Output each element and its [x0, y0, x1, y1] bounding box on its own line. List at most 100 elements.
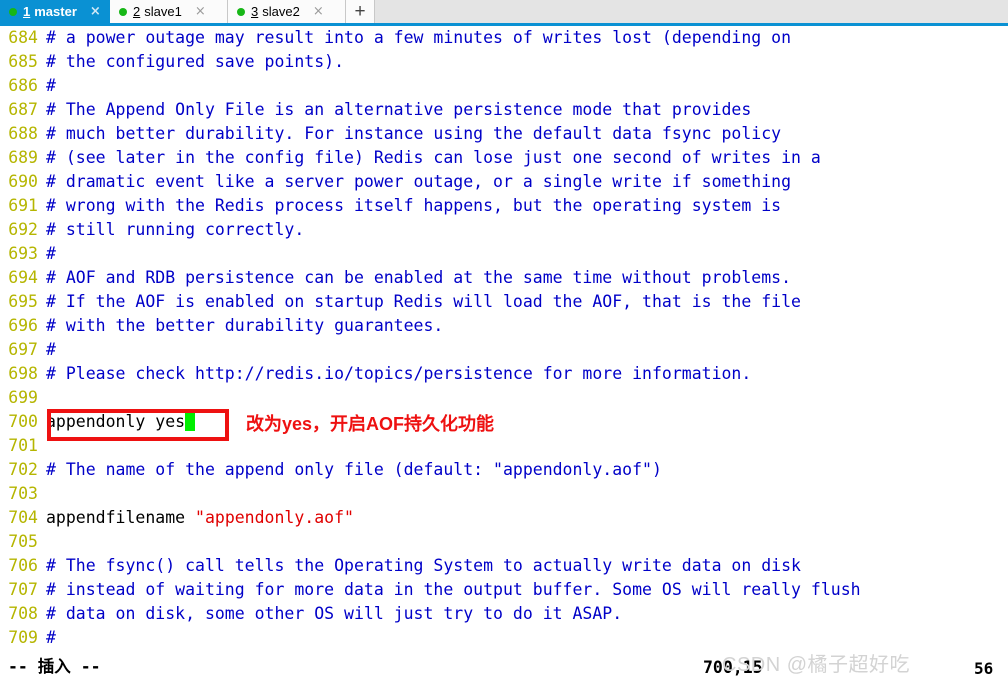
line-text: # AOF and RDB persistence can be enabled… — [46, 268, 792, 287]
line-number: 692 — [8, 220, 38, 239]
code-line[interactable]: 696 # with the better durability guarante… — [0, 314, 1008, 338]
tab-status-dot-icon — [9, 7, 17, 16]
line-number: 700 — [8, 412, 38, 431]
new-tab-button[interactable]: + — [346, 0, 375, 23]
line-number: 695 — [8, 292, 38, 311]
tab-slave2[interactable]: 3 slave2 × — [228, 0, 346, 23]
code-line[interactable]: 694 # AOF and RDB persistence can be enab… — [0, 266, 1008, 290]
line-text: # with the better durability guarantees. — [46, 316, 444, 335]
line-number: 694 — [8, 268, 38, 287]
line-number: 707 — [8, 580, 38, 599]
line-number: 703 — [8, 484, 38, 503]
line-number: 689 — [8, 148, 38, 167]
code-line[interactable]: 707 # instead of waiting for more data in… — [0, 578, 1008, 602]
line-number: 686 — [8, 76, 38, 95]
code-line[interactable]: 691 # wrong with the Redis process itself… — [0, 194, 1008, 218]
line-number: 691 — [8, 196, 38, 215]
line-text: # the configured save points). — [46, 52, 345, 71]
status-bar: -- 插入 -- 700,15 56 — [0, 653, 1008, 681]
line-number: 685 — [8, 52, 38, 71]
line-text: appendonly yes — [46, 410, 196, 434]
line-text: # Please check http://redis.io/topics/pe… — [46, 364, 752, 383]
code-line[interactable]: 704 appendfilename "appendonly.aof" — [0, 506, 1008, 530]
tab-label: slave1 — [144, 4, 182, 19]
line-text: # — [46, 628, 56, 647]
code-line[interactable]: 703 — [0, 482, 1008, 506]
close-icon[interactable]: × — [90, 5, 101, 18]
code-line[interactable]: 698 # Please check http://redis.io/topics… — [0, 362, 1008, 386]
code-line[interactable]: 693 # — [0, 242, 1008, 266]
code-line[interactable]: 684 # a power outage may result into a fe… — [0, 26, 1008, 50]
tab-label: slave2 — [262, 4, 300, 19]
line-text: # wrong with the Redis process itself ha… — [46, 196, 782, 215]
close-icon[interactable]: × — [195, 5, 206, 18]
code-line[interactable]: 700 appendonly yes — [0, 410, 1008, 434]
line-text: # — [46, 244, 56, 263]
tab-bar-empty-area — [375, 0, 1008, 23]
line-text: # dramatic event like a server power out… — [46, 172, 792, 191]
tab-label: master — [34, 4, 77, 19]
code-line[interactable]: 690 # dramatic event like a server power … — [0, 170, 1008, 194]
code-line[interactable]: 708 # data on disk, some other OS will ju… — [0, 602, 1008, 626]
annotation-note: 改为yes，开启AOF持久化功能 — [246, 414, 495, 434]
code-line[interactable]: 697 # — [0, 338, 1008, 362]
close-icon[interactable]: × — [313, 5, 324, 18]
line-text: appendfilename "appendonly.aof" — [46, 506, 354, 530]
line-text: # — [46, 340, 56, 359]
config-key: appendfilename — [46, 508, 196, 527]
line-text: # The name of the append only file (defa… — [46, 460, 662, 479]
tab-index: 3 — [251, 4, 259, 19]
line-text: # If the AOF is enabled on startup Redis… — [46, 292, 801, 311]
code-line[interactable]: 692 # still running correctly. — [0, 218, 1008, 242]
editor-viewport[interactable]: 684 # a power outage may result into a fe… — [0, 26, 1008, 681]
text-cursor — [185, 412, 196, 431]
line-number: 708 — [8, 604, 38, 623]
line-text: # still running correctly. — [46, 220, 305, 239]
line-text: # a power outage may result into a few m… — [46, 28, 792, 47]
tab-index: 1 — [23, 4, 31, 19]
code-line[interactable]: 685 # the configured save points). — [0, 50, 1008, 74]
code-line[interactable]: 695 # If the AOF is enabled on startup Re… — [0, 290, 1008, 314]
code-line[interactable]: 701 — [0, 434, 1008, 458]
line-text: # — [46, 76, 56, 95]
line-number: 684 — [8, 28, 38, 47]
code-line[interactable]: 687 # The Append Only File is an alternat… — [0, 98, 1008, 122]
status-scroll-percent: 56 — [974, 659, 994, 678]
code-line[interactable]: 705 — [0, 530, 1008, 554]
line-number: 704 — [8, 508, 38, 527]
line-number: 702 — [8, 460, 38, 479]
status-cursor-position: 700,15 — [703, 658, 763, 677]
line-text: # instead of waiting for more data in th… — [46, 580, 861, 599]
line-text: # (see later in the config file) Redis c… — [46, 148, 821, 167]
line-number: 690 — [8, 172, 38, 191]
line-number: 701 — [8, 436, 38, 455]
tab-index: 2 — [133, 4, 141, 19]
tab-status-dot-icon — [119, 7, 127, 16]
line-text: # data on disk, some other OS will just … — [46, 604, 623, 623]
code-line[interactable]: 699 — [0, 386, 1008, 410]
line-number: 699 — [8, 388, 38, 407]
line-text: # much better durability. For instance u… — [46, 124, 782, 143]
config-value: "appendonly.aof" — [195, 508, 354, 527]
code-line[interactable]: 688 # much better durability. For instanc… — [0, 122, 1008, 146]
line-text: # The fsync() call tells the Operating S… — [46, 556, 801, 575]
line-number: 687 — [8, 100, 38, 119]
code-line[interactable]: 709 # — [0, 626, 1008, 650]
tab-slave1[interactable]: 2 slave1 × — [110, 0, 228, 23]
tab-master[interactable]: 1 master × — [0, 0, 110, 23]
code-line[interactable]: 686 # — [0, 74, 1008, 98]
code-line[interactable]: 706 # The fsync() call tells the Operatin… — [0, 554, 1008, 578]
tab-bar: 1 master × 2 slave1 × 3 slave2 × + — [0, 0, 1008, 26]
line-number: 696 — [8, 316, 38, 335]
line-number: 705 — [8, 532, 38, 551]
line-text: # The Append Only File is an alternative… — [46, 100, 752, 119]
status-mode-indicator: -- 插入 -- — [8, 657, 101, 676]
line-number: 709 — [8, 628, 38, 647]
line-number: 688 — [8, 124, 38, 143]
code-line[interactable]: 689 # (see later in the config file) Redi… — [0, 146, 1008, 170]
line-number: 693 — [8, 244, 38, 263]
tab-status-dot-icon — [237, 7, 245, 16]
code-line[interactable]: 702 # The name of the append only file (d… — [0, 458, 1008, 482]
code-area[interactable]: 684 # a power outage may result into a fe… — [0, 26, 1008, 650]
line-number: 698 — [8, 364, 38, 383]
